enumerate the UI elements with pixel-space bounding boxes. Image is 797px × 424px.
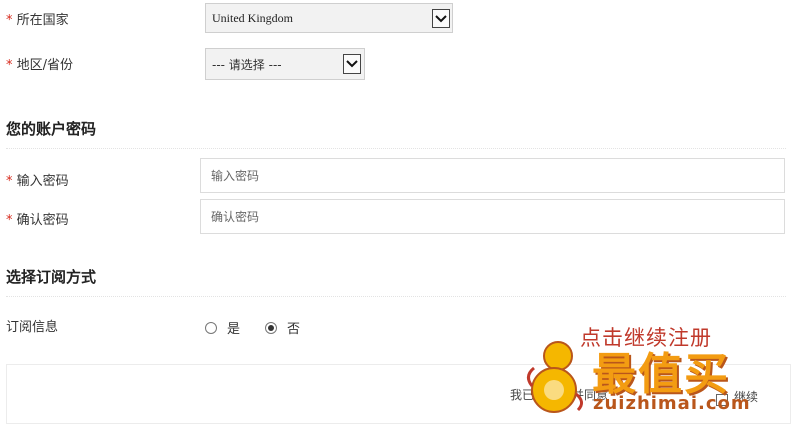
required-mark: * bbox=[6, 213, 13, 228]
required-mark: * bbox=[6, 13, 13, 28]
password-confirm-input[interactable]: 确认密码 bbox=[200, 199, 785, 234]
password-label-row: * 输入密码 bbox=[6, 170, 69, 189]
subscribe-option-no[interactable]: 否 bbox=[265, 318, 300, 337]
password-section-title: 您的账户密码 bbox=[6, 120, 97, 138]
section-divider bbox=[6, 296, 786, 297]
country-label-row: * 所在国家 bbox=[6, 9, 69, 28]
password-confirm-label: 确认密码 bbox=[16, 213, 69, 228]
subscribe-option-yes-label: 是 bbox=[227, 322, 241, 337]
chevron-down-icon[interactable] bbox=[432, 9, 450, 28]
subscribe-option-no-label: 否 bbox=[287, 322, 301, 337]
country-label: 所在国家 bbox=[16, 13, 69, 28]
radio-selected-dot bbox=[268, 324, 274, 331]
required-mark: * bbox=[6, 58, 13, 73]
watermark-url: zuizhimai.com bbox=[593, 393, 751, 414]
region-select[interactable]: --- 请选择 --- bbox=[205, 48, 365, 80]
radio-no[interactable] bbox=[265, 321, 277, 334]
country-select-value: United Kingdom bbox=[212, 10, 293, 25]
region-select-value: --- 请选择 --- bbox=[212, 57, 282, 72]
region-label-row: * 地区/省份 bbox=[6, 54, 73, 73]
section-divider bbox=[6, 148, 786, 149]
password-confirm-label-row: * 确认密码 bbox=[6, 209, 69, 228]
radio-yes[interactable] bbox=[205, 321, 217, 334]
subscribe-section-title: 选择订阅方式 bbox=[6, 268, 97, 286]
required-mark: * bbox=[6, 174, 13, 189]
subscribe-option-yes[interactable]: 是 bbox=[205, 318, 240, 337]
region-label: 地区/省份 bbox=[16, 58, 74, 73]
gourd-logo-icon bbox=[520, 336, 592, 416]
subscribe-label: 订阅信息 bbox=[6, 320, 59, 335]
country-select[interactable]: United Kingdom bbox=[205, 3, 453, 33]
password-confirm-placeholder: 确认密码 bbox=[211, 210, 260, 224]
password-placeholder: 输入密码 bbox=[211, 169, 260, 183]
password-input[interactable]: 输入密码 bbox=[200, 158, 785, 193]
password-label: 输入密码 bbox=[16, 174, 69, 189]
chevron-down-icon[interactable] bbox=[343, 54, 361, 74]
